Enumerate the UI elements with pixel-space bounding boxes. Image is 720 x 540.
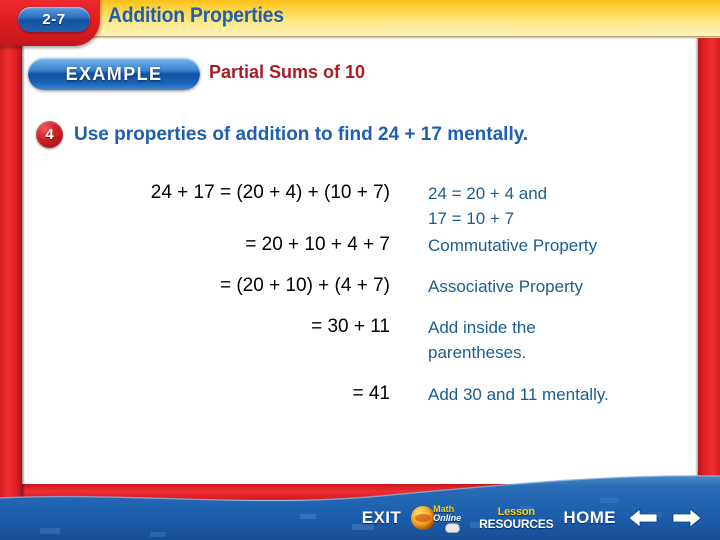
table-row: = (20 + 10) + (4 + 7) Associative Proper… bbox=[60, 275, 660, 316]
solution-table-body: 24 + 17 = (20 + 4) + (10 + 7) 24 = 20 + … bbox=[60, 182, 660, 408]
next-slide-button[interactable] bbox=[670, 506, 704, 530]
lesson-resources-line2: RESOURCES bbox=[479, 516, 554, 531]
lesson-number-badge: 2-7 bbox=[18, 7, 90, 32]
reason-cell: 24 = 20 + 4 and 17 = 10 + 7 bbox=[428, 184, 548, 228]
footer-navigation-bar: EXIT Math Online Lesson RESOURCES HOME bbox=[0, 496, 720, 540]
reason-cell: Add 30 and 11 mentally. bbox=[428, 385, 609, 404]
table-row: = 41 Add 30 and 11 mentally. bbox=[60, 383, 660, 408]
expression-cell: = 41 bbox=[352, 383, 390, 404]
reason-cell: Associative Property bbox=[428, 277, 583, 296]
arrow-left-icon bbox=[628, 508, 658, 528]
home-button[interactable]: HOME bbox=[563, 508, 616, 528]
reason-cell: Commutative Property bbox=[428, 236, 598, 255]
math-online-logo[interactable]: Math Online bbox=[411, 503, 469, 533]
exit-button[interactable]: EXIT bbox=[362, 508, 401, 528]
arrow-right-icon bbox=[672, 508, 702, 528]
globe-icon bbox=[411, 506, 436, 530]
expression-cell: = 20 + 10 + 4 + 7 bbox=[245, 234, 390, 255]
step-number-label: 4 bbox=[45, 126, 54, 143]
expression-cell: 24 + 17 = (20 + 4) + (10 + 7) bbox=[150, 182, 390, 203]
slide-canvas: 2-7 Addition Properties EXAMPLE Partial … bbox=[0, 0, 720, 540]
previous-slide-button[interactable] bbox=[626, 506, 660, 530]
table-row: 24 + 17 = (20 + 4) + (10 + 7) 24 = 20 + … bbox=[60, 182, 660, 234]
canvas-shadow-left bbox=[22, 34, 25, 504]
expression-cell: = (20 + 10) + (4 + 7) bbox=[219, 275, 390, 296]
lesson-resources-line1: Lesson bbox=[497, 505, 536, 518]
reason-cell: Add inside the parentheses. bbox=[428, 318, 536, 362]
example-title: Partial Sums of 10 bbox=[209, 62, 366, 82]
table-row: = 30 + 11 Add inside the parentheses. bbox=[60, 316, 660, 383]
example-badge: EXAMPLE bbox=[28, 58, 200, 90]
table-row: = 20 + 10 + 4 + 7 Commutative Property bbox=[60, 234, 660, 275]
logo-online-label: Online bbox=[433, 513, 462, 523]
math-online-wordmark: Math Online bbox=[433, 505, 461, 523]
lesson-resources-button[interactable]: Lesson RESOURCES bbox=[479, 505, 554, 531]
canvas-shadow-right bbox=[695, 34, 698, 504]
computer-mouse-icon bbox=[445, 523, 461, 533]
solution-table: 24 + 17 = (20 + 4) + (10 + 7) 24 = 20 + … bbox=[60, 182, 660, 408]
page-title: Addition Properties bbox=[108, 4, 284, 27]
frame-right-bar bbox=[698, 0, 720, 540]
step-number-badge: 4 bbox=[36, 121, 63, 148]
lesson-number-label: 2-7 bbox=[42, 11, 66, 28]
step-instruction: Use properties of addition to find 24 + … bbox=[74, 124, 529, 145]
example-badge-label: EXAMPLE bbox=[65, 63, 163, 84]
header-banner-edge bbox=[0, 36, 720, 39]
expression-cell: = 30 + 11 bbox=[311, 316, 390, 337]
frame-left-bar bbox=[0, 0, 22, 540]
